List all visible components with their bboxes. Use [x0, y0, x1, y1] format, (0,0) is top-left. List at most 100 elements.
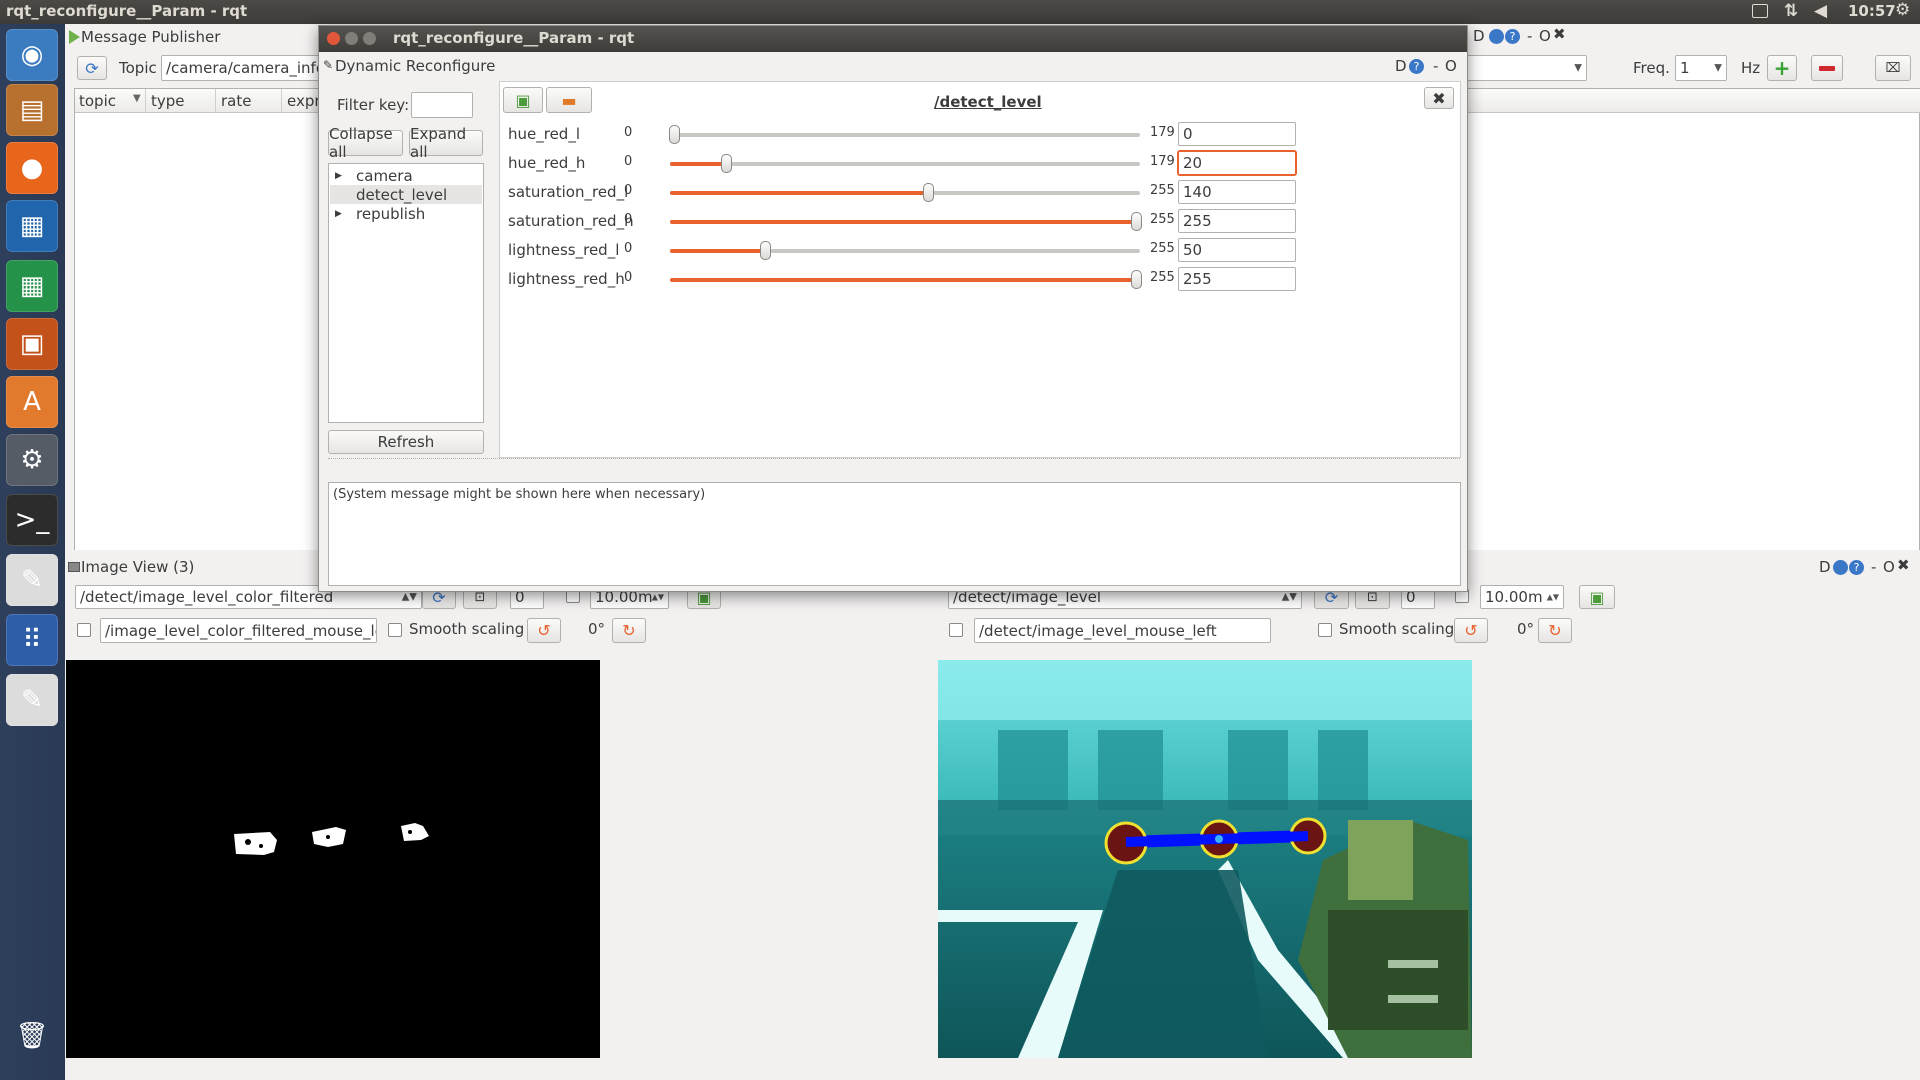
volume-icon[interactable]: ◀︎: [1814, 1, 1827, 21]
dialog-titlebar[interactable]: rqt_reconfigure__Param - rqt: [319, 26, 1467, 52]
tree-item-republish[interactable]: ▶ republish: [335, 204, 425, 223]
files-icon[interactable]: ▤: [6, 84, 58, 136]
dialog-maximize-icon[interactable]: [363, 32, 376, 45]
slider-handle[interactable]: [720, 154, 732, 173]
param-value-field[interactable]: 140: [1178, 180, 1296, 204]
slider-handle[interactable]: [922, 183, 934, 202]
publisher-close-icon[interactable]: ✖: [1553, 25, 1566, 43]
expand-arrow-icon[interactable]: ▶: [335, 171, 347, 181]
expand-all-button[interactable]: Expand all: [409, 125, 483, 161]
publisher-minimize-icon[interactable]: -: [1527, 27, 1532, 45]
type-combo[interactable]: ▼: [1467, 55, 1587, 81]
tree-item-camera[interactable]: ▶ camera: [335, 166, 413, 185]
splitter-handle[interactable]: [328, 458, 1460, 460]
topic-label: Topic: [119, 59, 157, 77]
keyboard-icon[interactable]: [1752, 4, 1768, 18]
terminal-icon[interactable]: >_: [6, 494, 58, 546]
clock[interactable]: 10:57: [1848, 2, 1896, 20]
filter-key-input[interactable]: [411, 92, 473, 118]
session-gear-icon[interactable]: ⚙: [1895, 0, 1910, 20]
image-view-plugin-icon: [68, 562, 80, 572]
apps-grid-icon[interactable]: ⠿: [6, 614, 58, 666]
publisher-float-icon[interactable]: O: [1539, 27, 1551, 45]
text-editor-icon[interactable]: ✎: [6, 554, 58, 606]
reconfigure-dock-icon[interactable]: D: [1395, 57, 1407, 75]
left-mouse-topic-field[interactable]: /image_level_color_filtered_mouse_left: [100, 618, 377, 643]
impress-icon[interactable]: ▣: [6, 318, 58, 370]
slider-handle[interactable]: [1131, 270, 1142, 289]
right-rotate-left-button[interactable]: ↺: [1454, 618, 1488, 643]
slider-handle[interactable]: [759, 241, 771, 260]
right-rotate-right-button[interactable]: ↻: [1538, 618, 1572, 643]
dialog-minimize-icon[interactable]: [345, 32, 358, 45]
dialog-close-icon[interactable]: [327, 32, 340, 45]
right-mouse-publish-checkbox[interactable]: [949, 623, 963, 637]
param-slider[interactable]: [670, 270, 1142, 289]
calc-icon[interactable]: ▦: [6, 260, 58, 312]
text-editor-2-icon[interactable]: ✎: [6, 674, 58, 726]
left-rotate-right-button[interactable]: ↻: [612, 618, 646, 643]
column-header-expression[interactable]: expr: [287, 92, 321, 110]
param-value-field[interactable]: 20: [1178, 151, 1296, 175]
reconfigure-minimize-icon[interactable]: -: [1433, 57, 1438, 75]
left-rotate-left-button[interactable]: ↺: [527, 618, 561, 643]
system-settings-icon[interactable]: ⚙: [6, 434, 58, 486]
image-view-float-icon[interactable]: O: [1883, 558, 1895, 576]
save-params-button[interactable]: ▣: [503, 87, 543, 113]
expand-arrow-icon[interactable]: ▶: [335, 209, 347, 219]
trash-icon[interactable]: 🗑: [6, 1010, 58, 1062]
publisher-reload-icon[interactable]: [1489, 29, 1504, 44]
left-filtered-image[interactable]: [66, 660, 600, 1058]
tree-item-detect-level[interactable]: detect_level: [330, 185, 482, 204]
tree-item-label: camera: [356, 166, 413, 185]
image-view-reload-icon[interactable]: [1833, 560, 1848, 575]
reconfigure-float-icon[interactable]: O: [1445, 57, 1457, 75]
reconfigure-help-icon[interactable]: ?: [1409, 59, 1424, 74]
right-smooth-scaling-checkbox[interactable]: [1318, 623, 1332, 637]
firefox-icon[interactable]: ●: [6, 142, 58, 194]
refresh-topics-button[interactable]: ⟳: [77, 56, 107, 80]
network-icon[interactable]: ⇅: [1784, 1, 1798, 21]
param-value-field[interactable]: 255: [1178, 209, 1296, 233]
remove-publisher-button[interactable]: [1811, 55, 1843, 81]
collapse-all-button[interactable]: Collapse all: [328, 125, 403, 161]
right-save-image-button[interactable]: ▣: [1579, 585, 1615, 609]
refresh-button[interactable]: Refresh: [328, 430, 484, 454]
right-mouse-topic-field[interactable]: /detect/image_level_mouse_left: [974, 618, 1271, 643]
param-value-field[interactable]: 50: [1178, 238, 1296, 262]
add-publisher-button[interactable]: +: [1767, 55, 1797, 81]
param-slider[interactable]: [670, 183, 1140, 202]
column-header-type[interactable]: type: [151, 92, 185, 110]
node-tree[interactable]: ▶ camera detect_level ▶ republish: [328, 163, 484, 423]
publisher-dock-icon[interactable]: D: [1473, 27, 1485, 45]
image-view-minimize-icon[interactable]: -: [1871, 558, 1876, 576]
right-range-field[interactable]: 10.00m ▲▼: [1480, 585, 1564, 609]
left-smooth-scaling-checkbox[interactable]: [388, 623, 402, 637]
param-slider[interactable]: [669, 125, 1140, 144]
image-view-dock-icon[interactable]: D: [1819, 558, 1831, 576]
slider-handle[interactable]: [669, 125, 680, 144]
param-slider[interactable]: [670, 241, 1140, 260]
ubuntu-dash-icon[interactable]: ◉: [6, 29, 58, 81]
software-center-icon[interactable]: A: [6, 376, 58, 428]
node-title: /detect_level: [934, 93, 1042, 111]
image-view-help-icon[interactable]: ?: [1849, 560, 1864, 575]
freq-combo[interactable]: 1 ▼: [1675, 55, 1727, 81]
topic-combo[interactable]: /camera/camera_info: [161, 55, 321, 81]
left-mouse-publish-checkbox[interactable]: [77, 623, 91, 637]
param-slider[interactable]: [670, 212, 1142, 231]
param-value-field[interactable]: 0: [1178, 122, 1296, 146]
close-node-button[interactable]: ✖: [1424, 87, 1454, 109]
column-header-topic[interactable]: topic: [79, 92, 116, 110]
writer-icon[interactable]: ▦: [6, 200, 58, 252]
publisher-help-icon[interactable]: ?: [1505, 29, 1520, 44]
column-header-rate[interactable]: rate: [221, 92, 251, 110]
clear-publishers-button[interactable]: ⌧: [1875, 55, 1911, 81]
param-value-field[interactable]: 255: [1178, 267, 1296, 291]
right-camera-image[interactable]: [938, 660, 1472, 1058]
hz-label: Hz: [1741, 59, 1761, 77]
slider-handle[interactable]: [1131, 212, 1142, 231]
param-slider[interactable]: [670, 154, 1140, 173]
image-view-close-icon[interactable]: ✖: [1897, 556, 1910, 574]
load-params-button[interactable]: ▬: [546, 87, 592, 113]
